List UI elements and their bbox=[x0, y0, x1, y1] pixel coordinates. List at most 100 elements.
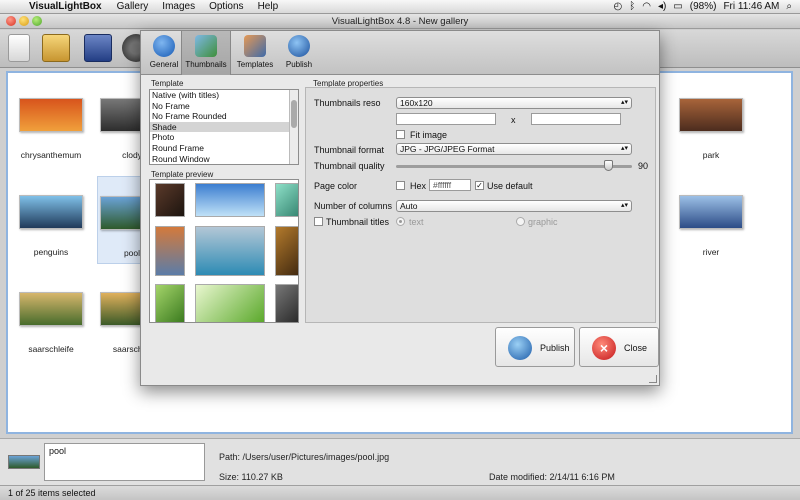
template-item[interactable]: No Frame bbox=[150, 101, 298, 112]
template-item[interactable]: Native (with titles) bbox=[150, 90, 298, 101]
scrollbar-knob[interactable] bbox=[291, 100, 297, 128]
gallery-item-saarschleife[interactable]: saarschleife bbox=[16, 292, 86, 354]
close-icon: × bbox=[592, 336, 616, 360]
number-of-columns-select[interactable]: Auto ▴▾ bbox=[396, 200, 632, 212]
spotlight-icon[interactable]: ⌕ bbox=[786, 1, 792, 12]
image-size: Size: 110.27 KB bbox=[219, 472, 283, 482]
thumbnails-reso-select[interactable]: 160x120 ▴▾ bbox=[396, 97, 632, 109]
title-graphic-radio[interactable] bbox=[516, 217, 525, 226]
menu-help[interactable]: Help bbox=[251, 1, 286, 12]
thumbnail-format-select[interactable]: JPG - JPG/JPEG Format ▴▾ bbox=[396, 143, 632, 155]
preview-image bbox=[155, 226, 185, 276]
new-document-icon[interactable] bbox=[8, 34, 30, 62]
close-window-button[interactable] bbox=[6, 16, 16, 26]
quality-slider-track[interactable] bbox=[396, 165, 632, 168]
quality-slider-knob[interactable] bbox=[604, 160, 614, 171]
gallery-item-park[interactable]: park bbox=[676, 98, 746, 160]
battery-percent: (98%) bbox=[689, 1, 717, 12]
thumbnail-caption: chrysanthemum bbox=[20, 150, 82, 160]
preview-image bbox=[155, 183, 185, 217]
thumbnail-caption: river bbox=[702, 247, 720, 257]
select-value: Auto bbox=[400, 201, 418, 211]
template-item[interactable]: Round Window bbox=[150, 154, 298, 164]
tab-templates[interactable]: Templates bbox=[233, 31, 277, 75]
wifi-icon[interactable]: ◠ bbox=[642, 1, 651, 12]
title-text-radio[interactable] bbox=[396, 217, 405, 226]
thumbnail-image bbox=[679, 98, 743, 132]
tab-publish[interactable]: Publish bbox=[277, 31, 321, 75]
preview-image bbox=[155, 284, 185, 322]
template-list-scrollbar[interactable] bbox=[289, 90, 298, 164]
thumbnail-titles-checkbox[interactable] bbox=[314, 217, 323, 226]
use-default-checkbox[interactable]: ✓ bbox=[475, 181, 484, 190]
battery-icon[interactable]: ▭ bbox=[673, 1, 682, 12]
thumbnails-icon bbox=[195, 35, 217, 57]
number-of-columns-label: Number of columns bbox=[314, 201, 393, 211]
template-item[interactable]: No Frame Rounded bbox=[150, 111, 298, 122]
preview-image bbox=[195, 183, 265, 217]
templates-icon bbox=[244, 35, 266, 57]
preview-image bbox=[195, 226, 265, 276]
dialog-tab-bar: General Thumbnails Templates Publish bbox=[141, 31, 659, 75]
thumbnail-titles-label: Thumbnail titles bbox=[326, 217, 390, 227]
thumbnail-caption: park bbox=[702, 150, 720, 160]
gallery-item-river[interactable]: river bbox=[676, 195, 746, 257]
select-arrows-icon: ▴▾ bbox=[620, 145, 628, 152]
window-title: VisualLightBox 4.8 - New gallery bbox=[331, 16, 469, 27]
select-value: JPG - JPG/JPEG Format bbox=[400, 144, 495, 154]
hex-label: Hex bbox=[410, 181, 427, 191]
gallery-item-penguins[interactable]: penguins bbox=[16, 195, 86, 257]
reso-height-field[interactable] bbox=[531, 113, 621, 125]
save-disk-icon[interactable] bbox=[84, 34, 112, 62]
thumbnail-caption: saarschleife bbox=[28, 344, 74, 354]
open-folder-icon[interactable] bbox=[42, 34, 70, 62]
tab-label: Templates bbox=[236, 60, 274, 69]
thumbnail-image bbox=[679, 195, 743, 229]
window-titlebar: VisualLightBox 4.8 - New gallery bbox=[0, 14, 800, 29]
menu-clock[interactable]: Fri 11:46 AM bbox=[723, 1, 779, 12]
resize-grip[interactable] bbox=[649, 375, 657, 383]
gallery-item-chrysanthemum[interactable]: chrysanthemum bbox=[16, 98, 86, 160]
menu-gallery[interactable]: Gallery bbox=[110, 1, 156, 12]
selected-thumbnail bbox=[8, 455, 40, 469]
volume-icon[interactable]: ◂) bbox=[658, 1, 666, 12]
thumbnail-image bbox=[19, 292, 83, 326]
quality-value: 90 bbox=[638, 161, 649, 171]
template-preview bbox=[149, 179, 299, 323]
thumbnail-quality-label: Thumbnail quality bbox=[314, 161, 385, 171]
template-list[interactable]: Native (with titles) No Frame No Frame R… bbox=[149, 89, 299, 165]
thumbnails-settings-sheet: General Thumbnails Templates Publish Tem… bbox=[140, 30, 660, 386]
publish-globe-icon bbox=[508, 336, 532, 360]
image-date-modified: Date modified: 2/14/11 6:16 PM bbox=[489, 472, 615, 482]
template-item[interactable]: Photo bbox=[150, 132, 298, 143]
minimize-window-button[interactable] bbox=[19, 16, 29, 26]
tab-thumbnails[interactable]: Thumbnails bbox=[181, 31, 231, 75]
app-menu[interactable]: VisualLightBox bbox=[22, 1, 110, 12]
reso-x-label: x bbox=[511, 115, 516, 125]
use-default-label: Use default bbox=[487, 181, 533, 191]
hex-checkbox[interactable] bbox=[396, 181, 405, 190]
image-name-field[interactable]: pool bbox=[44, 443, 205, 481]
globe-icon bbox=[288, 35, 310, 57]
template-item[interactable]: Round Frame bbox=[150, 143, 298, 154]
time-machine-icon[interactable]: ◴ bbox=[613, 1, 622, 12]
tab-label: Publish bbox=[285, 60, 313, 69]
bluetooth-icon[interactable]: ᛒ bbox=[629, 1, 635, 12]
menu-images[interactable]: Images bbox=[155, 1, 202, 12]
close-button[interactable]: × Close bbox=[579, 327, 659, 367]
publish-button[interactable]: Publish bbox=[495, 327, 575, 367]
preview-image bbox=[195, 284, 265, 322]
close-button-label: Close bbox=[624, 343, 648, 353]
menu-extras: ◴ ᛒ ◠ ◂) ▭ (98%) Fri 11:46 AM ⌕ bbox=[613, 1, 800, 12]
hex-color-field[interactable]: #ffffff bbox=[429, 179, 471, 191]
fit-image-label: Fit image bbox=[410, 130, 448, 140]
page-color-label: Page color bbox=[314, 181, 358, 191]
menu-options[interactable]: Options bbox=[202, 1, 250, 12]
template-item-selected[interactable]: Shade bbox=[150, 121, 298, 133]
fit-image-checkbox[interactable] bbox=[396, 130, 405, 139]
template-properties-panel: Thumbnails reso 160x120 ▴▾ x Fit image T… bbox=[305, 87, 656, 323]
thumbnail-image bbox=[19, 98, 83, 132]
thumbnail-format-label: Thumbnail format bbox=[314, 145, 385, 155]
reso-width-field[interactable] bbox=[396, 113, 496, 125]
zoom-window-button[interactable] bbox=[32, 16, 42, 26]
